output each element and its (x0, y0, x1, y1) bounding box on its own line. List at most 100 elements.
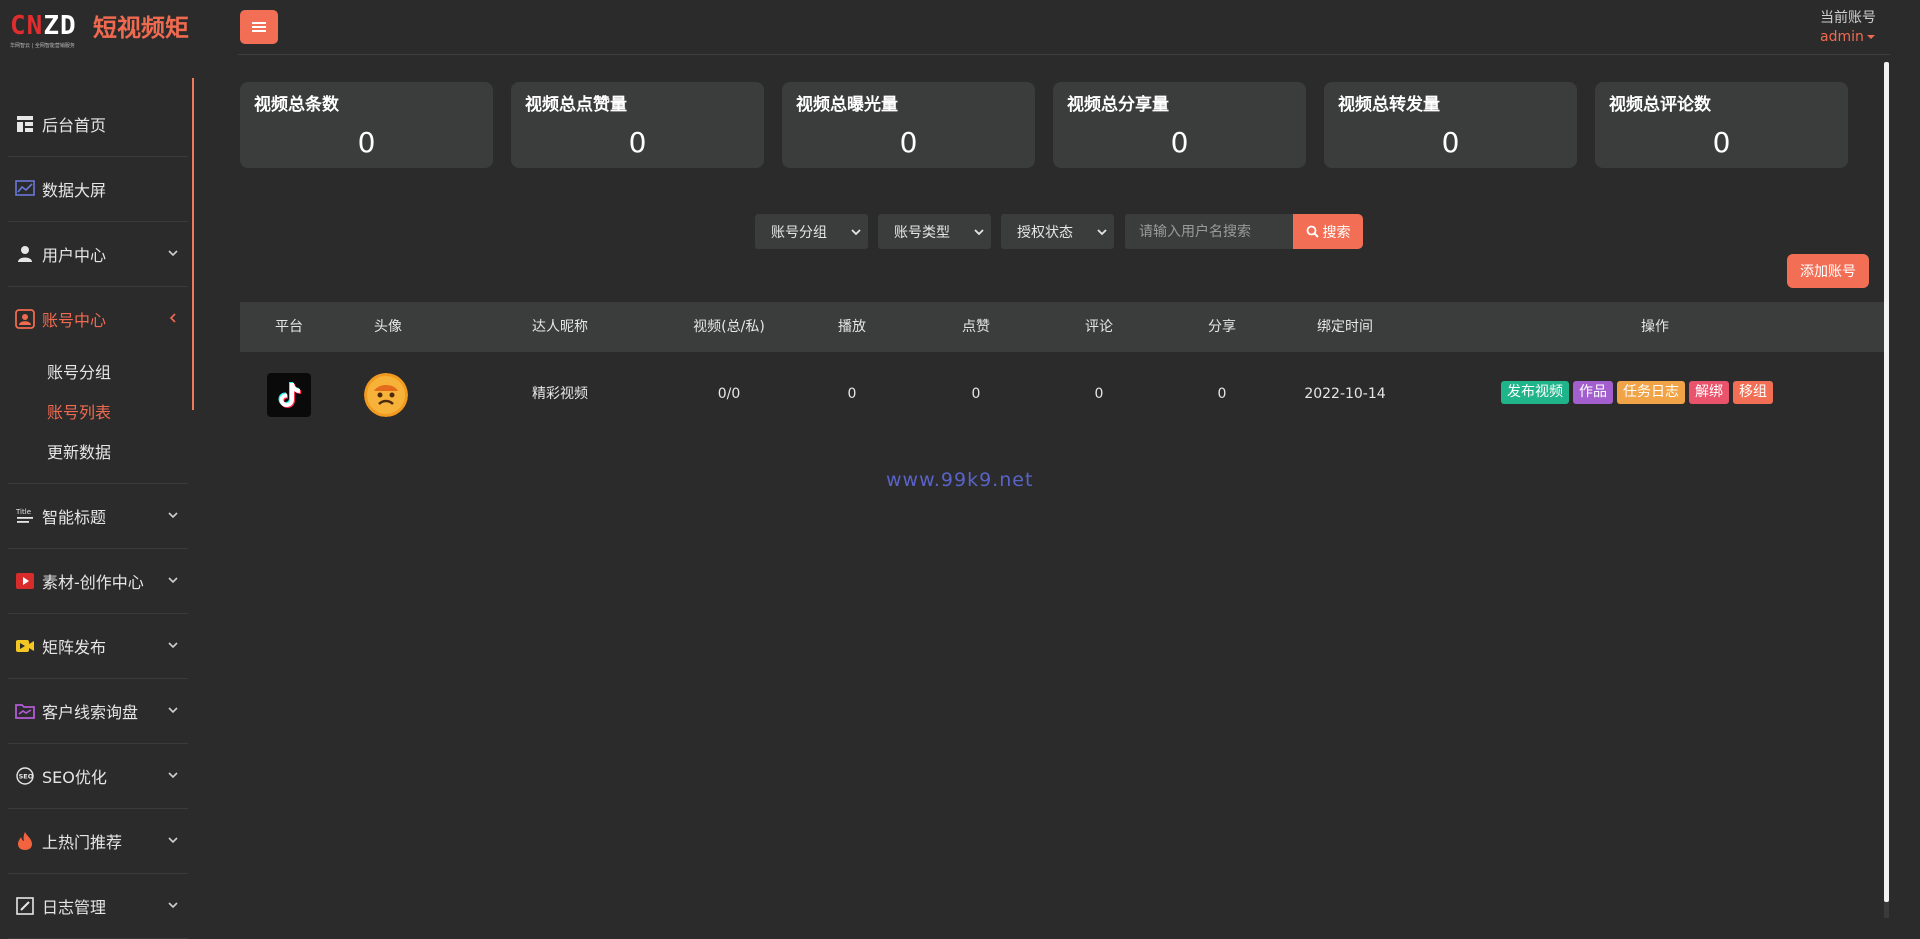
sidebar-item-label: 账号中心 (42, 311, 107, 330)
chevron-down-icon (851, 229, 861, 236)
tiktok-icon (267, 373, 311, 417)
account-label: 当前账号 (1820, 10, 1876, 26)
sidebar-active-indicator (192, 78, 194, 410)
play-icon (14, 570, 36, 592)
video-icon (14, 635, 36, 657)
sidebar-item-customer-leads[interactable]: 客户线索询盘 (8, 679, 188, 744)
col-bind-time: 绑定时间 (1317, 319, 1373, 335)
move-group-button[interactable]: 移组 (1733, 381, 1773, 404)
svg-text:SEO: SEO (19, 773, 34, 781)
chevron-down-icon (168, 512, 178, 519)
seo-icon: SEO (14, 765, 36, 787)
account-icon (14, 308, 36, 330)
account-type-select[interactable]: 账号类型 (878, 214, 991, 249)
sidebar-item-account-center[interactable]: 账号中心 (8, 287, 188, 351)
sidebar-item-label: 用户中心 (42, 246, 107, 265)
col-nickname: 达人昵称 (532, 319, 588, 335)
sidebar-item-log-management[interactable]: 日志管理 (8, 874, 188, 939)
account-menu[interactable]: 当前账号 admin (1820, 9, 1876, 47)
cell-nickname: 精彩视频 (532, 386, 588, 402)
caret-down-icon (1866, 35, 1875, 39)
stat-card-total-forwards: 视频总转发量 0 (1324, 82, 1577, 168)
account-username[interactable]: admin (1820, 27, 1876, 47)
sidebar-item-label: SEO优化 (42, 768, 107, 787)
logo-title: 短视频矩 (93, 14, 189, 42)
sidebar-subitem-account-group[interactable]: 账号分组 (8, 353, 188, 393)
stat-card-total-shares: 视频总分享量 0 (1053, 82, 1306, 168)
stat-card-total-likes: 视频总点赞量 0 (511, 82, 764, 168)
publish-video-button[interactable]: 发布视频 (1501, 381, 1569, 404)
search-button[interactable]: 搜索 (1293, 214, 1363, 249)
chevron-down-icon (168, 902, 178, 909)
unbind-button[interactable]: 解绑 (1689, 381, 1729, 404)
sidebar-item-hot-recommend[interactable]: 上热门推荐 (8, 809, 188, 874)
chevron-down-icon (168, 250, 178, 257)
username-search-input[interactable] (1125, 214, 1293, 249)
sidebar-item-user-center[interactable]: 用户中心 (8, 222, 188, 287)
folder-icon (14, 700, 36, 722)
chevron-down-icon (168, 772, 178, 779)
menu-toggle-button[interactable] (240, 10, 278, 44)
stat-card-total-exposure: 视频总曝光量 0 (782, 82, 1035, 168)
chevron-down-icon (168, 577, 178, 584)
task-log-button[interactable]: 任务日志 (1617, 381, 1685, 404)
chevron-down-icon (168, 837, 178, 844)
col-likes: 点赞 (962, 319, 990, 335)
cell-plays: 0 (847, 386, 857, 402)
sidebar-item-dashboard[interactable]: 数据大屏 (8, 157, 188, 222)
account-table: 平台 头像 达人昵称 视频(总/私) 播放 点赞 评论 分享 绑定时间 操作 精… (240, 302, 1885, 436)
stat-card-total-comments: 视频总评论数 0 (1595, 82, 1848, 168)
col-plays: 播放 (838, 319, 866, 335)
search-icon (1306, 225, 1319, 238)
col-avatar: 头像 (374, 319, 402, 335)
auth-status-select[interactable]: 授权状态 (1001, 214, 1114, 249)
sidebar-item-label: 矩阵发布 (42, 638, 107, 657)
logo-mark: CNZD (10, 11, 77, 41)
col-platform: 平台 (275, 319, 303, 335)
sidebar-item-label: 数据大屏 (42, 181, 107, 200)
top-bar: 当前账号 admin (238, 0, 1890, 55)
sidebar: CNZD 华网智云 | 全网智能营销服务 短视频矩 后台首页 数据大屏 用户中心 (0, 0, 194, 939)
col-comments: 评论 (1085, 319, 1113, 335)
sidebar-nav: 后台首页 数据大屏 用户中心 账号中心 账号分组 账号列表 更新数据 Title… (8, 92, 188, 939)
cell-bind-time: 2022-10-14 (1304, 386, 1386, 402)
cell-comments: 0 (1094, 386, 1104, 402)
add-account-button[interactable]: 添加账号 (1787, 254, 1869, 288)
sidebar-item-label: 后台首页 (42, 116, 107, 135)
col-videos: 视频(总/私) (693, 319, 765, 335)
col-actions: 操作 (1641, 319, 1669, 335)
logo[interactable]: CNZD 华网智云 | 全网智能营销服务 短视频矩 (10, 12, 194, 52)
chart-icon (14, 178, 36, 200)
stat-card-total-videos: 视频总条数 0 (240, 82, 493, 168)
sidebar-item-matrix-publish[interactable]: 矩阵发布 (8, 614, 188, 679)
logo-subtitle: 华网智云 | 全网智能营销服务 (10, 43, 75, 49)
sidebar-item-label: 上热门推荐 (42, 833, 123, 852)
account-center-submenu: 账号分组 账号列表 更新数据 (8, 351, 188, 484)
svg-text:Title: Title (16, 508, 31, 516)
sidebar-subitem-account-list[interactable]: 账号列表 (8, 393, 188, 433)
cell-videos: 0/0 (717, 386, 741, 402)
sidebar-item-label: 客户线索询盘 (42, 703, 139, 722)
account-group-select[interactable]: 账号分组 (755, 214, 868, 249)
sidebar-item-label: 素材-创作中心 (42, 573, 144, 592)
sidebar-item-smart-title[interactable]: Title 智能标题 (8, 484, 188, 549)
chevron-down-icon (974, 229, 984, 236)
grid-icon (14, 113, 36, 135)
works-button[interactable]: 作品 (1573, 381, 1613, 404)
cell-shares: 0 (1217, 386, 1227, 402)
chevron-left-icon (169, 313, 176, 323)
user-icon (14, 243, 36, 265)
col-shares: 分享 (1208, 319, 1236, 335)
sidebar-item-label: 智能标题 (42, 508, 107, 527)
sidebar-item-seo[interactable]: SEO SEO优化 (8, 744, 188, 809)
row-actions: 发布视频 作品 任务日志 解绑 移组 (1501, 381, 1773, 405)
sidebar-item-material-center[interactable]: 素材-创作中心 (8, 549, 188, 614)
sidebar-item-home[interactable]: 后台首页 (8, 92, 188, 157)
sidebar-subitem-update-data[interactable]: 更新数据 (8, 433, 188, 473)
title-icon: Title (14, 505, 36, 527)
fire-icon (14, 830, 36, 852)
stats-row: 视频总条数 0 视频总点赞量 0 视频总曝光量 0 视频总分享量 0 视频总转发… (240, 82, 1850, 168)
table-header: 平台 头像 达人昵称 视频(总/私) 播放 点赞 评论 分享 绑定时间 操作 (240, 302, 1885, 352)
chevron-down-icon (168, 707, 178, 714)
scrollbar-thumb[interactable] (1884, 62, 1889, 902)
